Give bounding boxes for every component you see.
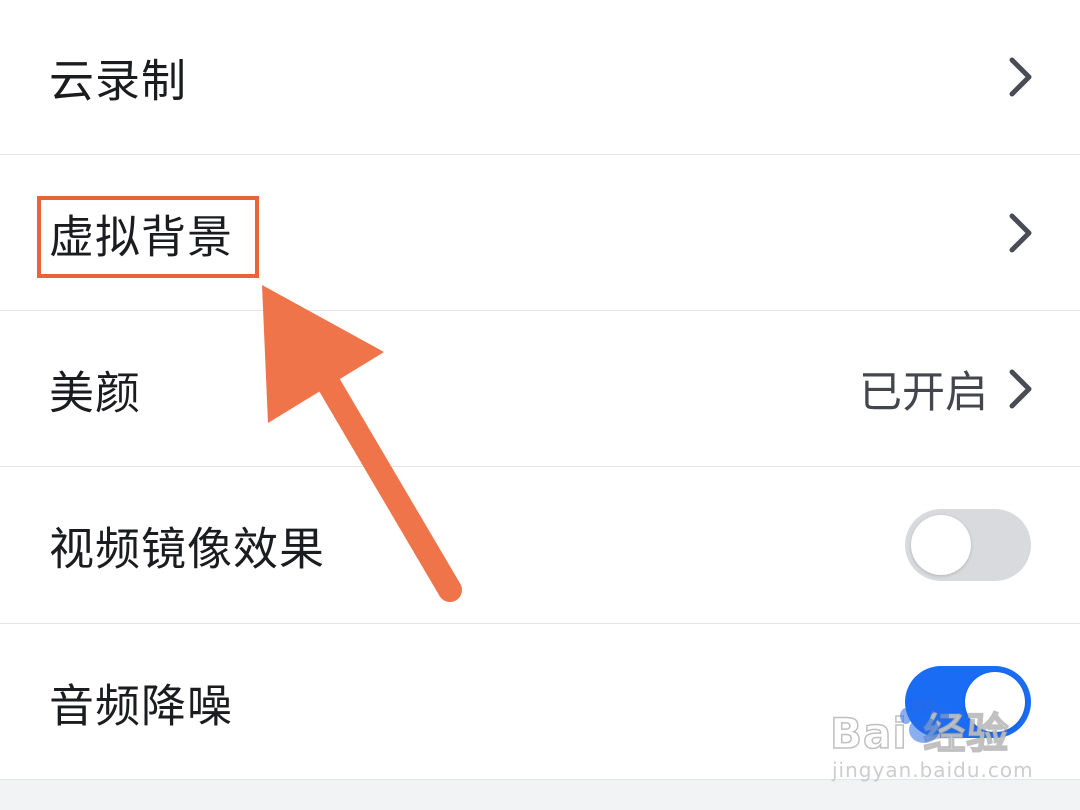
toggle-knob: [965, 671, 1025, 732]
highlight-box: [37, 196, 259, 278]
video-mirror-toggle[interactable]: [905, 509, 1031, 581]
cloud-recording-row[interactable]: 云录制: [0, 0, 1080, 155]
audio-noise-reduction-label: 音频降噪: [49, 679, 234, 732]
beauty-status-value: 已开启: [859, 367, 988, 418]
toggle-knob: [911, 515, 971, 575]
cloud-recording-label: 云录制: [49, 54, 188, 108]
beauty-label: 美颜: [49, 366, 142, 419]
audio-noise-reduction-row: 音频降噪: [0, 624, 1080, 780]
beauty-row[interactable]: 美颜 已开启: [0, 311, 1080, 467]
settings-screen: 云录制 虚拟背景 美颜 已开启 视频镜像效果 音频降噪 Bai 经验 jingy…: [0, 0, 1080, 810]
chevron-right-icon: [1009, 213, 1032, 252]
audio-noise-reduction-toggle[interactable]: [905, 665, 1031, 738]
video-mirror-row: 视频镜像效果: [0, 467, 1080, 624]
chevron-right-icon: [1009, 57, 1032, 97]
chevron-right-icon: [1009, 369, 1032, 408]
settings-list: 云录制 虚拟背景 美颜 已开启 视频镜像效果 音频降噪: [0, 0, 1080, 780]
video-mirror-label: 视频镜像效果: [49, 522, 326, 576]
